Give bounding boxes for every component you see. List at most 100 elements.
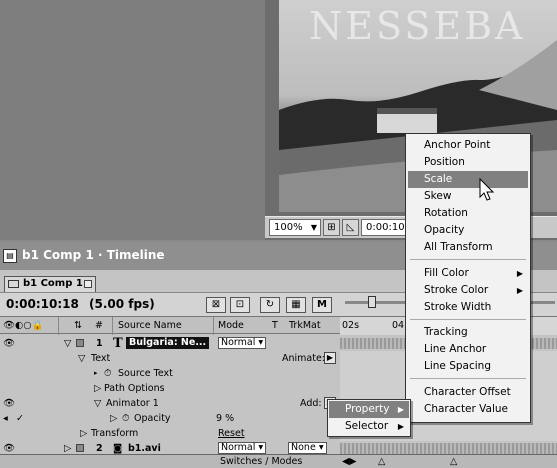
property-label: Text bbox=[91, 353, 111, 364]
submenu-arrow-icon: ▶ bbox=[516, 286, 523, 295]
menu-item-selector[interactable]: Selector ▶ bbox=[329, 418, 409, 435]
opacity-value[interactable]: 9 % bbox=[216, 411, 234, 426]
mode-dropdown[interactable]: Normal ▾ bbox=[218, 337, 267, 349]
mode-value: Normal bbox=[221, 442, 256, 453]
live-update-button[interactable]: ⊡ bbox=[230, 297, 250, 313]
twirl-right-icon[interactable]: ▷ bbox=[94, 381, 101, 396]
composition-flowchart-button[interactable]: ⊠ bbox=[206, 297, 226, 313]
layer-name[interactable]: Bulgaria: Ne... bbox=[126, 337, 210, 349]
stopwatch-icon[interactable]: ⏱ bbox=[122, 411, 129, 426]
menu-item-label: Stroke Width bbox=[424, 301, 492, 313]
frame-blending-button[interactable]: ▦ bbox=[286, 297, 306, 313]
menu-item-line-anchor[interactable]: Line Anchor bbox=[408, 341, 528, 358]
menu-item-all-transform[interactable]: All Transform bbox=[408, 239, 528, 256]
animate-label: Animate: bbox=[282, 353, 326, 364]
text-layer-icon: T bbox=[113, 336, 123, 351]
timeline-window-title: b1 Comp 1 · Timeline bbox=[22, 248, 165, 262]
twirl-right-icon[interactable]: ▷ bbox=[110, 411, 117, 426]
tab-b1-comp-1[interactable]: b1 Comp 1 bbox=[4, 276, 96, 292]
twirl-right-icon[interactable]: ▸ bbox=[94, 366, 98, 381]
twirl-down-icon[interactable]: ▽ bbox=[94, 396, 101, 411]
source-name-column-header[interactable]: Source Name bbox=[118, 320, 182, 331]
timeline-window-icon: ▤ bbox=[3, 249, 17, 263]
mode-dropdown[interactable]: Normal ▾ bbox=[218, 442, 267, 454]
ruler-label-04: 04 bbox=[392, 320, 405, 331]
menu-item-label: Tracking bbox=[424, 326, 468, 338]
menu-item-label: Character Offset bbox=[424, 386, 511, 398]
menu-item-stroke-color[interactable]: Stroke Color ▶ bbox=[408, 282, 528, 299]
timecode-value: 0:00:10:18 bbox=[6, 297, 79, 311]
zoom-in-icon[interactable]: △ bbox=[450, 455, 457, 468]
menu-item-position[interactable]: Position bbox=[408, 154, 528, 171]
property-label: Path Options bbox=[104, 383, 165, 394]
menu-item-opacity[interactable]: Opacity bbox=[408, 222, 528, 239]
draft-3d-button[interactable]: ↻ bbox=[260, 297, 280, 313]
layer-duration-bar[interactable] bbox=[340, 443, 557, 454]
menu-item-label: Property bbox=[345, 403, 390, 415]
ruler-label-02s: 02s bbox=[342, 320, 360, 331]
trkmat-column-header: TrkMat bbox=[289, 320, 321, 331]
menu-separator bbox=[410, 259, 526, 260]
eye-icon[interactable]: 👁 bbox=[3, 336, 15, 351]
menu-item-scale[interactable]: Scale bbox=[408, 171, 528, 188]
column-divider bbox=[112, 317, 113, 335]
menu-separator bbox=[410, 319, 526, 320]
stopwatch-icon[interactable]: ⏱ bbox=[104, 366, 111, 381]
timeline-bottom-bar: Switches / Modes ◀▶ △ △ bbox=[0, 454, 557, 468]
label-color-swatch[interactable] bbox=[76, 444, 84, 452]
menu-item-label: Scale bbox=[424, 173, 453, 185]
menu-item-tracking[interactable]: Tracking bbox=[408, 324, 528, 341]
column-divider bbox=[58, 317, 59, 335]
menu-item-label: Position bbox=[424, 156, 465, 168]
motion-blur-button[interactable]: M bbox=[312, 297, 332, 313]
switches-modes-toggle[interactable]: Switches / Modes bbox=[220, 455, 302, 468]
menu-item-fill-color[interactable]: Fill Color ▶ bbox=[408, 265, 528, 282]
property-label: Transform bbox=[91, 428, 139, 439]
zoom-dropdown[interactable]: 100% ▼ bbox=[269, 219, 321, 236]
mode-column-header: Mode bbox=[218, 320, 244, 331]
nessebar-title-overlay: NESSEBA bbox=[309, 4, 526, 48]
twirl-right-icon[interactable]: ▷ bbox=[80, 426, 87, 441]
animate-menu-button[interactable]: ▶ bbox=[324, 352, 336, 364]
submenu-arrow-icon: ▶ bbox=[516, 269, 523, 278]
menu-item-rotation[interactable]: Rotation bbox=[408, 205, 528, 222]
menu-item-label: Character Value bbox=[424, 403, 509, 415]
mode-value: Normal bbox=[221, 337, 256, 348]
zoom-slider-icon[interactable]: △ bbox=[378, 455, 385, 468]
menu-item-label: Anchor Point bbox=[424, 139, 491, 151]
menu-item-stroke-width[interactable]: Stroke Width bbox=[408, 299, 528, 316]
twirl-down-icon[interactable]: ▽ bbox=[78, 351, 85, 366]
twirl-down-icon[interactable]: ▽ bbox=[64, 336, 71, 351]
workspace-background bbox=[0, 0, 265, 240]
time-navigator-handle[interactable] bbox=[368, 296, 376, 308]
checkmark-icon[interactable]: ✓ bbox=[16, 411, 24, 426]
menu-item-label: Fill Color bbox=[424, 267, 469, 279]
property-label: Opacity bbox=[134, 413, 171, 424]
trkmat-dropdown[interactable]: None ▾ bbox=[288, 442, 327, 454]
menu-item-property[interactable]: Property ▶ bbox=[329, 401, 409, 418]
menu-item-line-spacing[interactable]: Line Spacing bbox=[408, 358, 528, 375]
label-color-swatch[interactable] bbox=[76, 339, 84, 347]
zoom-out-icon[interactable]: ◀▶ bbox=[342, 455, 357, 468]
menu-item-anchor-point[interactable]: Anchor Point bbox=[408, 137, 528, 154]
mouse-pointer-icon bbox=[479, 178, 495, 201]
menu-item-character-value[interactable]: Character Value bbox=[408, 401, 528, 418]
close-icon[interactable] bbox=[84, 280, 92, 288]
property-group-row[interactable]: ▷ Transform Reset bbox=[0, 426, 557, 441]
eye-column-icon: 👁◐○🔒 bbox=[3, 320, 44, 331]
menu-item-skew[interactable]: Skew bbox=[408, 188, 528, 205]
current-timecode[interactable]: 0:00:10:18 (5.00 fps) bbox=[6, 297, 155, 311]
viewer-timecode: 0:00:10 bbox=[366, 222, 405, 233]
menu-item-label: Stroke Color bbox=[424, 284, 489, 296]
eye-icon[interactable]: 👁 bbox=[3, 396, 15, 411]
number-column-header: # bbox=[95, 320, 103, 331]
menu-item-label: All Transform bbox=[424, 241, 493, 253]
mask-icon[interactable]: ◺ bbox=[342, 219, 359, 236]
menu-item-label: Line Anchor bbox=[424, 343, 487, 355]
menu-item-character-offset[interactable]: Character Offset bbox=[408, 384, 528, 401]
fps-value: (5.00 fps) bbox=[89, 297, 155, 311]
title-safe-icon[interactable]: ⊞ bbox=[323, 219, 340, 236]
checkbox-icon[interactable]: ◂ bbox=[3, 411, 8, 426]
reset-link[interactable]: Reset bbox=[218, 426, 245, 441]
property-label: Source Text bbox=[118, 368, 173, 379]
